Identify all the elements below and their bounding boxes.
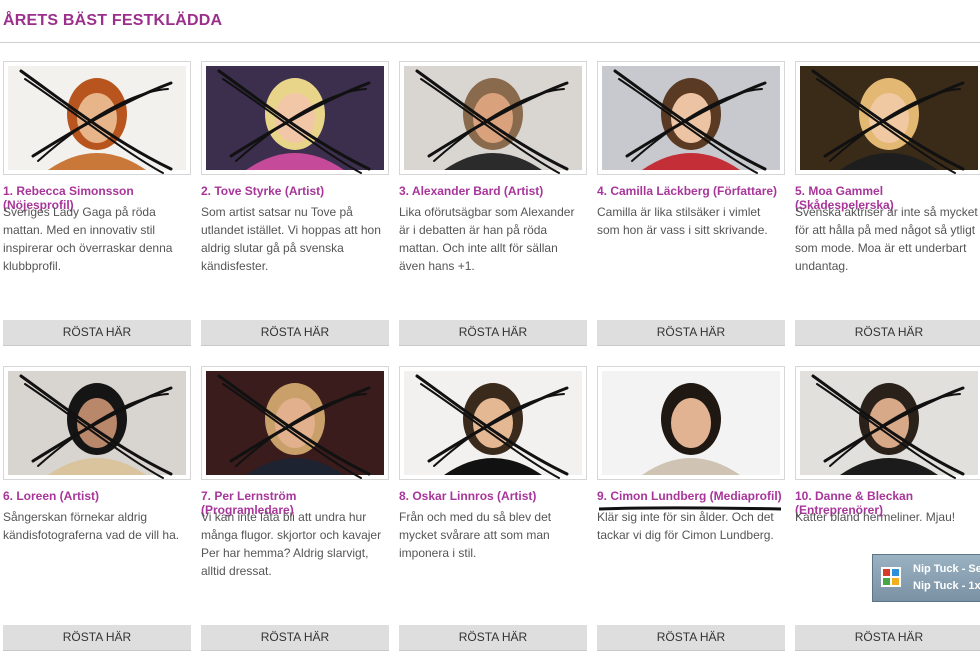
popup-subtitle: Nip Tuck - 1x0 [913,580,980,592]
vote-button[interactable]: RÖSTA HÄR [201,625,389,651]
nominee-name[interactable]: 2. Tove Styrke (Artist) [201,184,389,198]
nominee-card: 2. Tove Styrke (Artist) Som artist satsar… [201,61,389,346]
nominee-description: Klär sig inte för sin ålder. Och det tac… [597,510,774,542]
vote-button[interactable]: RÖSTA HÄR [201,320,389,346]
nominee-description: Sångerskan förnekar aldrig kändisfotogra… [3,510,180,542]
vote-button[interactable]: RÖSTA HÄR [795,625,980,651]
tove-styrke-photo[interactable] [201,61,389,175]
vote-button[interactable]: RÖSTA HÄR [3,320,191,346]
nominee-description: Katter bland hermeliner. Mjau! [795,510,956,524]
nominee-description: Vi kan inte låta bli att undra hur många… [201,510,382,578]
camilla-lackberg-photo[interactable] [597,61,785,175]
notification-popup[interactable]: Nip Tuck - Se Nip Tuck - 1x0 [872,554,980,602]
vote-button[interactable]: RÖSTA HÄR [795,320,980,346]
cimon-lundberg-photo[interactable] [597,366,785,480]
nominee-name[interactable]: 4. Camilla Läckberg (Författare) [597,184,785,198]
nominee-card: 1. Rebecca Simonsson (Nöjesprofil) Sverig… [3,61,191,346]
nominee-card: 10. Danne & Bleckan (Entreprenörer) Katte… [795,366,980,651]
nominee-description: Från och med du så blev det mycket svåra… [399,510,552,560]
moa-gammel-photo[interactable] [795,61,980,175]
rebecca-simonsson-photo[interactable] [3,61,191,175]
vote-button[interactable]: RÖSTA HÄR [399,320,587,346]
danne-bleckan-photo[interactable] [795,366,980,480]
vote-button[interactable]: RÖSTA HÄR [597,625,785,651]
nominee-card: 8. Oskar Linnros (Artist) Från och med du… [399,366,587,651]
nominee-name[interactable]: 6. Loreen (Artist) [3,489,191,503]
oskar-linnros-photo[interactable] [399,366,587,480]
vote-button[interactable]: RÖSTA HÄR [399,625,587,651]
nominee-card: 9. Cimon Lundberg (Mediaprofil) Klär sig … [597,366,785,651]
nominee-card: 4. Camilla Läckberg (Författare) Camilla … [597,61,785,346]
title-divider [0,42,980,43]
nominee-name[interactable]: 3. Alexander Bard (Artist) [399,184,587,198]
nominee-card: 6. Loreen (Artist) Sångerskan förnekar al… [3,366,191,651]
nominee-card: 5. Moa Gammel (Skådespelerska) Svenska ak… [795,61,980,346]
nominee-description: Lika oförutsägbar som Alexander är i deb… [399,205,575,273]
vote-button[interactable]: RÖSTA HÄR [597,320,785,346]
page-title: ÅRETS BÄST FESTKLÄDDA [3,12,223,29]
loreen-photo[interactable] [3,366,191,480]
nominee-description: Som artist satsar nu Tove på utlandet is… [201,205,381,273]
per-lernstrom-photo[interactable] [201,366,389,480]
nominee-card: 7. Per Lernström (Programledare) Vi kan i… [201,366,389,651]
nominee-card: 3. Alexander Bard (Artist) Lika oförutsäg… [399,61,587,346]
alexander-bard-photo[interactable] [399,61,587,175]
popup-title: Nip Tuck - Se [913,563,980,575]
nominee-description: Camilla är lika stilsäker i vimlet som h… [597,205,768,237]
media-player-icon [881,567,901,587]
nominee-name[interactable]: 9. Cimon Lundberg (Mediaprofil) [597,489,785,503]
nominee-name[interactable]: 8. Oskar Linnros (Artist) [399,489,587,503]
nominee-description: Sveriges Lady Gaga på röda mattan. Med e… [3,205,173,273]
nominee-description: Svenska aktriser är inte så mycket för a… [795,205,978,273]
vote-button[interactable]: RÖSTA HÄR [3,625,191,651]
